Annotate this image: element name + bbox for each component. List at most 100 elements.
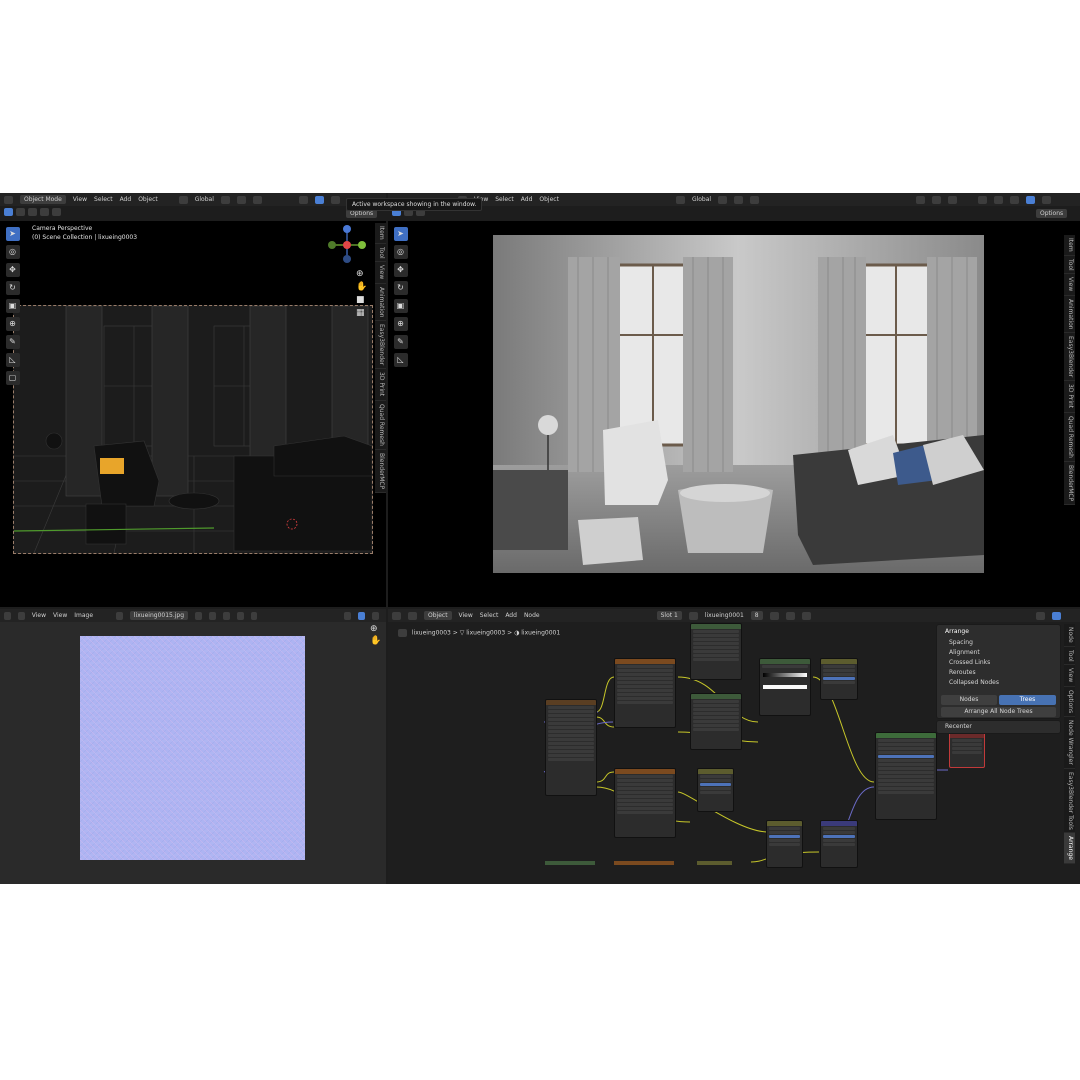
right-tab-easy3blender[interactable]: Easy3Blender (1064, 333, 1075, 382)
navigation-gizmo[interactable] (324, 223, 370, 267)
right-overlay-icon[interactable] (948, 195, 958, 204)
gizmo-toggle-icon[interactable] (314, 195, 324, 204)
node-tab-node-wrangler[interactable]: Node Wrangler (1064, 717, 1075, 769)
color-correction-node-2[interactable] (690, 693, 742, 750)
measure-tool-icon[interactable]: ◺ (5, 353, 20, 367)
right-pivot-icon[interactable] (718, 195, 728, 204)
unlink-material-icon[interactable] (785, 611, 795, 620)
recenter-panel[interactable]: Recenter (936, 720, 1061, 734)
node-pin-icon[interactable] (801, 611, 811, 620)
nodes-toggle-button[interactable]: Nodes (941, 695, 997, 705)
shading-material-icon[interactable] (1010, 195, 1020, 204)
tab-quad-remesh[interactable]: Quad Remesh (375, 401, 386, 450)
annotate-tool-icon[interactable]: ✎ (5, 335, 20, 349)
right-rendered-viewport[interactable]: ➤ ◎ ✥ ↻ ▣ ⊕ ✎ ◺ Item Tool View Animation… (388, 221, 1080, 607)
tab-view[interactable]: View (375, 262, 386, 284)
tab-item[interactable]: Item (375, 223, 386, 244)
image-pan-hand-icon[interactable]: ✋ (370, 636, 381, 646)
principled-bsdf-node[interactable] (875, 732, 937, 820)
color-ramp-node[interactable] (759, 658, 811, 716)
falloff-icon[interactable] (298, 195, 308, 204)
arrange-item-reroutes[interactable]: Reroutes (937, 668, 1060, 678)
slot-selector[interactable]: Slot 1 (656, 611, 682, 620)
node-editor-canvas[interactable]: lixueing0003 > ▽ lixueing0003 > ◑ lixuei… (388, 622, 1080, 884)
unlink-image-icon[interactable] (236, 611, 244, 620)
select-invert-icon[interactable] (52, 208, 61, 216)
image-texture-node-1[interactable] (614, 658, 676, 728)
pivot-icon[interactable] (220, 195, 230, 204)
image-zoom-icon[interactable]: ⊕ (370, 624, 378, 634)
texture-coordinate-node[interactable] (545, 699, 597, 796)
duplicate-material-icon[interactable] (769, 611, 779, 620)
right-cursor-tool-icon[interactable]: ◎ (393, 245, 408, 259)
node-menu-select[interactable]: Select (480, 612, 499, 619)
menu-add[interactable]: Add (120, 196, 132, 203)
perspective-toggle-icon[interactable]: ▦ (356, 308, 367, 318)
fake-user-icon[interactable] (195, 611, 202, 620)
right-tab-animation[interactable]: Animation (1064, 296, 1075, 334)
move-tool-icon[interactable]: ✥ (5, 263, 20, 277)
node-editor-type-icon[interactable] (392, 611, 401, 620)
node-tab-options[interactable]: Options (1064, 687, 1075, 717)
right-measure-tool-icon[interactable]: ◺ (393, 353, 408, 367)
node-menu-view[interactable]: View (459, 612, 473, 619)
right-proportional-icon[interactable] (750, 195, 760, 204)
right-tab-blendermcp[interactable]: BlenderMCP (1064, 462, 1075, 505)
image-menu-view-mode[interactable]: View (32, 612, 46, 619)
right-transform-tool-icon[interactable]: ⊕ (393, 317, 408, 331)
image-menu-image[interactable]: Image (74, 612, 93, 619)
right-scale-tool-icon[interactable]: ▣ (393, 299, 408, 313)
arrange-item-collapsed-nodes[interactable]: Collapsed Nodes (937, 678, 1060, 688)
object-shader-selector[interactable]: Object (424, 611, 452, 620)
material-name-field[interactable]: lixueing0001 (705, 612, 744, 619)
arrange-all-button[interactable]: Arrange All Node Trees (941, 707, 1056, 717)
node-snap-icon[interactable] (1051, 611, 1061, 620)
image-browse-icon[interactable] (116, 611, 123, 620)
left-3d-viewport[interactable]: Camera Perspective (0) Scene Collection … (0, 221, 386, 607)
right-select-tool-icon[interactable]: ➤ (393, 227, 408, 241)
node-overlay-icon[interactable] (1035, 611, 1045, 620)
overlay-icon[interactable] (330, 195, 340, 204)
shader-type-icon[interactable] (408, 611, 417, 620)
right-rotate-tool-icon[interactable]: ↻ (393, 281, 408, 295)
node-tab-arrange[interactable]: Arrange (1064, 833, 1075, 865)
right-menu-object[interactable]: Object (539, 196, 559, 203)
image-filename-field[interactable]: lixueing0015.jpg (129, 611, 189, 620)
material-output-node[interactable] (949, 732, 985, 768)
add-cube-tool-icon[interactable]: ▢ (5, 371, 20, 385)
arrange-panel-title[interactable]: Arrange (937, 625, 1060, 638)
menu-view[interactable]: View (73, 196, 87, 203)
select-extend-icon[interactable] (16, 208, 25, 216)
editor-type-icon[interactable] (4, 195, 13, 204)
cursor-tool-icon[interactable]: ◎ (5, 245, 20, 259)
material-users-count[interactable]: 8 (750, 611, 763, 620)
right-visibility-icon[interactable] (916, 195, 926, 204)
tab-blendermcp[interactable]: BlenderMCP (375, 450, 386, 493)
menu-object[interactable]: Object (138, 196, 158, 203)
new-image-icon[interactable] (208, 611, 216, 620)
mode-selector[interactable]: Object Mode (20, 195, 66, 204)
transform-tool-icon[interactable]: ⊕ (5, 317, 20, 331)
image-menu-view[interactable]: View (53, 612, 67, 619)
node-tab-easy3blender-tools[interactable]: Easy3Blender Tools (1064, 769, 1075, 834)
pin-icon[interactable] (250, 611, 258, 620)
image-overlay-icon[interactable] (358, 611, 366, 620)
select-intersect-icon[interactable] (40, 208, 49, 216)
right-menu-select[interactable]: Select (495, 196, 514, 203)
trees-toggle-button[interactable]: Trees (999, 695, 1056, 705)
node-tab-node[interactable]: Node (1064, 624, 1075, 647)
bump-node[interactable] (820, 820, 858, 868)
image-texture-node-2[interactable] (614, 768, 676, 838)
right-transform-orientation[interactable]: Global (692, 196, 711, 203)
proportional-edit-icon[interactable] (252, 195, 262, 204)
select-subtract-icon[interactable] (28, 208, 37, 216)
arrange-item-alignment[interactable]: Alignment (937, 648, 1060, 658)
mix-node[interactable] (820, 658, 858, 700)
transform-orientation[interactable]: Global (195, 196, 214, 203)
node-tab-view[interactable]: View (1064, 665, 1075, 687)
right-menu-add[interactable]: Add (521, 196, 533, 203)
tab-easy3blender[interactable]: Easy3Blender (375, 321, 386, 370)
zoom-icon[interactable]: ⊕ (356, 269, 367, 279)
right-tab-3d-print[interactable]: 3D Print (1064, 381, 1075, 413)
right-snap-icon[interactable] (734, 195, 744, 204)
